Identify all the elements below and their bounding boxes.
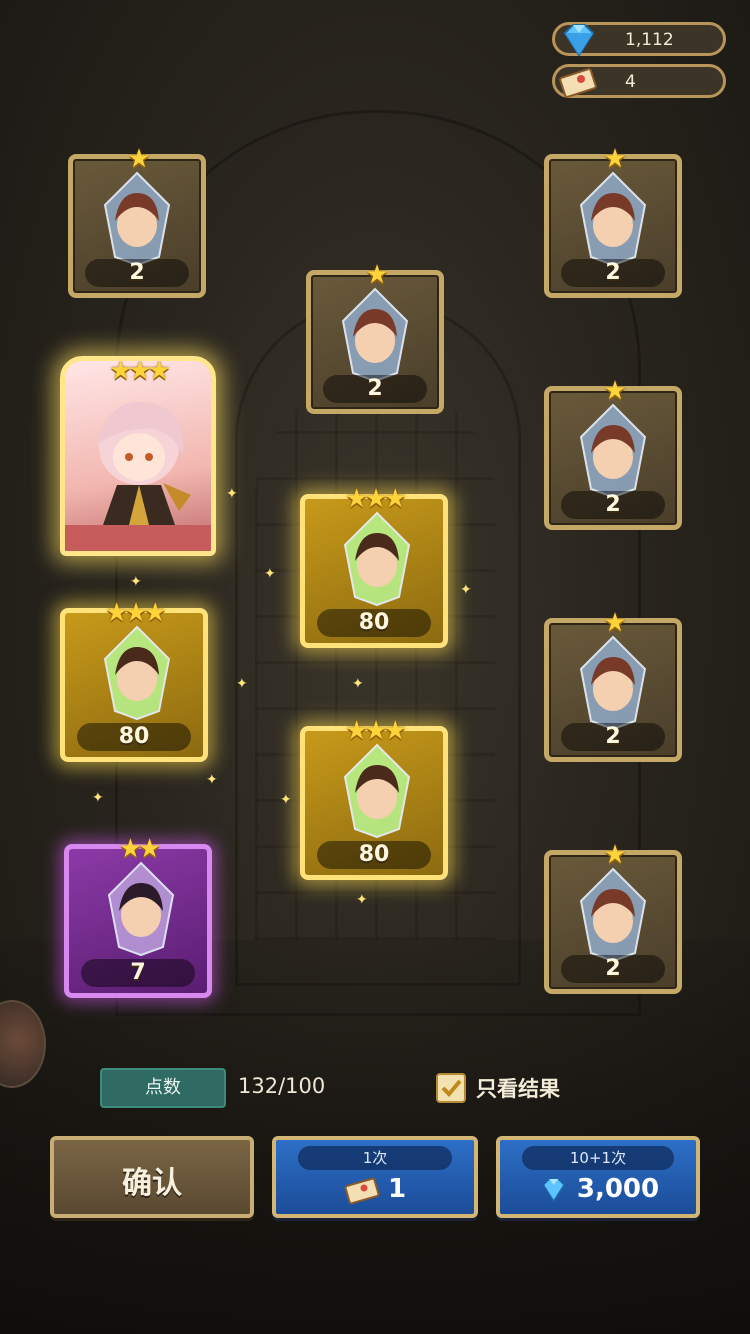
reward-card[interactable]: ★★ 7: [64, 835, 212, 998]
checkmark-icon: [441, 1079, 462, 1097]
character-crystal-icon: [579, 403, 647, 499]
reward-card[interactable]: ★ 2: [544, 145, 682, 298]
character-crystal-icon: [103, 625, 171, 721]
card-stars: ★: [603, 144, 626, 174]
sparkle: ✦: [92, 790, 104, 806]
reward-card[interactable]: ★★★ 80: [300, 485, 448, 648]
reward-card[interactable]: ★ 2: [544, 377, 682, 530]
ticket-icon: [559, 68, 597, 98]
sparkle: ✦: [352, 676, 364, 692]
card-count: 2: [561, 259, 665, 287]
gem-count: 1,112: [625, 30, 674, 50]
character-crystal-icon: [343, 511, 411, 607]
card-count: 2: [323, 375, 427, 403]
card-stars: ★: [603, 608, 626, 638]
card-stars: ★★★: [345, 484, 407, 514]
character-crystal-icon: [579, 635, 647, 731]
card-count: 80: [317, 841, 431, 869]
character-crystal-icon: [579, 867, 647, 963]
multi-pull-label: 10+1次: [522, 1146, 674, 1170]
only-results-checkbox[interactable]: [436, 1073, 466, 1103]
sparkle: ✦: [130, 574, 142, 590]
gem-currency: 1,112: [552, 22, 726, 57]
gem-icon: [542, 1177, 565, 1202]
hero-portrait: [97, 401, 191, 525]
ticket-count: 4: [625, 72, 636, 92]
card-count: 80: [317, 609, 431, 637]
reward-card[interactable]: ★ 2: [544, 609, 682, 762]
card-count: 2: [561, 491, 665, 519]
hero-band: [65, 525, 211, 551]
card-stars: ★: [365, 260, 388, 290]
character-crystal-icon: [107, 861, 175, 957]
multi-pull-button[interactable]: 10+1次 3,000: [496, 1136, 700, 1218]
sparkle: ✦: [226, 486, 238, 502]
card-count: 7: [81, 959, 195, 987]
sparkle: ✦: [460, 582, 472, 598]
confirm-label: 确认: [122, 1166, 182, 1201]
single-pull-button[interactable]: 1次 1: [272, 1136, 478, 1218]
sparkle: ✦: [280, 792, 292, 808]
card-count: 2: [85, 259, 189, 287]
ticket-currency: 4: [552, 64, 726, 98]
sparkle: ✦: [206, 772, 218, 788]
card-stars: ★: [603, 840, 626, 870]
single-pull-cost: 1: [387, 1174, 407, 1204]
reward-card[interactable]: ★ 2: [544, 841, 682, 994]
card-count: 2: [561, 955, 665, 983]
card-stars: ★: [603, 376, 626, 406]
ticket-icon: [344, 1177, 380, 1204]
sparkle: ✦: [356, 892, 368, 908]
card-count: 80: [77, 723, 191, 751]
only-results-label[interactable]: 只看结果: [476, 1073, 560, 1103]
gem-icon: [563, 24, 595, 57]
card-count: 2: [561, 723, 665, 751]
card-stars: ★: [127, 144, 150, 174]
reward-card[interactable]: ★★★ 80: [300, 717, 448, 880]
reward-card[interactable]: ★ 2: [306, 261, 444, 414]
single-pull-label: 1次: [298, 1146, 452, 1170]
multi-pull-cost: 3,000: [576, 1174, 660, 1204]
confirm-button[interactable]: 确认: [50, 1136, 254, 1218]
character-crystal-icon: [343, 743, 411, 839]
points-value: 132/100: [238, 1074, 326, 1098]
reward-card[interactable]: ★ 2: [68, 145, 206, 298]
character-crystal-icon: [103, 171, 171, 267]
hero-card[interactable]: ★★★: [60, 356, 216, 556]
character-crystal-icon: [579, 171, 647, 267]
card-stars: ★★: [118, 834, 162, 864]
card-stars: ★★★: [345, 716, 407, 746]
sparkle: ✦: [264, 566, 276, 582]
sparkle: ✦: [236, 676, 248, 692]
points-label: 点数: [100, 1068, 226, 1108]
card-stars: ★★★: [105, 598, 167, 628]
character-crystal-icon: [341, 287, 409, 383]
hero-stars: ★★★: [109, 356, 171, 386]
reward-card[interactable]: ★★★ 80: [60, 599, 208, 762]
